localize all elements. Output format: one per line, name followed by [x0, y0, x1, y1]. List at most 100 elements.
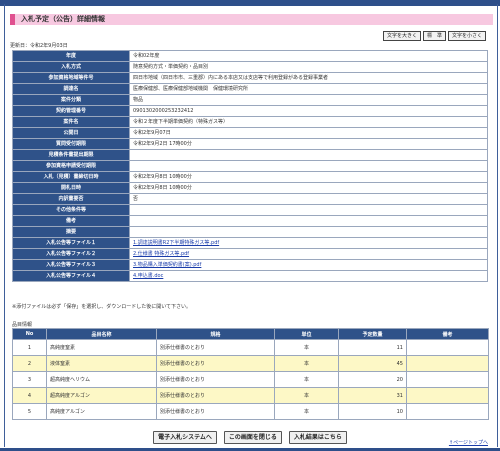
detail-value: 物品: [129, 94, 488, 106]
detail-row: その他条件等: [12, 204, 488, 216]
detail-value: 2.仕様書 特殊ガス等.pdf: [129, 248, 488, 260]
table-row: 1 高純度窒素 別添仕様書のとおり 本 11: [12, 339, 489, 356]
detail-value: 1.調達説明書R2下半期特殊ガス等.pdf: [129, 237, 488, 249]
detail-label: その他条件等: [12, 204, 130, 216]
updated-date: 更新日：令和2年9月03日: [10, 43, 68, 49]
col-remark: 備考: [406, 328, 489, 340]
item-spec: 別添仕様書のとおり: [156, 371, 275, 388]
detail-row: 入札（見積）書締切日時 令和2年9月8日 10時00分: [12, 171, 488, 183]
detail-value: 医療保健部、医療保健部地域機関 保健環境研究所: [129, 83, 488, 95]
detail-value: 3.物品購入単価契約書(案).pdf: [129, 259, 488, 271]
detail-row: 参加資格地域等件号 四日市地域（四日市市、三重郡）内にある本店又は支店等で利用登録…: [12, 72, 488, 84]
detail-label: 入札（見積）書締切日時: [12, 171, 130, 183]
detail-row: 入札公告等ファイル４ 4.申込書.doc: [12, 270, 488, 282]
detail-row: 年度 令和02年度: [12, 50, 488, 62]
item-qty: 20: [338, 371, 407, 388]
detail-value: 令和2年9月07日: [129, 127, 488, 139]
col-unit: 単位: [274, 328, 339, 340]
detail-value: 否: [129, 193, 488, 205]
detail-label: 開札日時: [12, 182, 130, 194]
page-header: 入札予定（公告）詳細情報: [10, 14, 493, 25]
item-unit: 本: [274, 339, 339, 356]
file-link-2[interactable]: 2.仕様書 特殊ガス等.pdf: [133, 251, 189, 257]
item-qty: 45: [338, 355, 407, 372]
item-name: 高純度窒素: [46, 339, 157, 356]
page-top-link[interactable]: ↑ページトップへ: [449, 439, 488, 446]
detail-label: 入札公告等ファイル１: [12, 237, 130, 249]
item-name: 高純度アルゴン: [46, 403, 157, 420]
item-spec: 別添仕様書のとおり: [156, 387, 275, 404]
detail-row: 質問受付期限 令和2年9月2日 17時00分: [12, 138, 488, 150]
item-no: 1: [12, 339, 47, 356]
detail-row: 備考: [12, 215, 488, 227]
item-spec: 別添仕様書のとおり: [156, 355, 275, 372]
detail-label: 参加資格地域等件号: [12, 72, 130, 84]
item-qty: 10: [338, 403, 407, 420]
table-row: 5 高純度アルゴン 別添仕様書のとおり 本 10: [12, 403, 489, 420]
detail-label: 入札方式: [12, 61, 130, 73]
col-no: No: [12, 328, 47, 340]
detail-row: 入札公告等ファイル１ 1.調達説明書R2下半期特殊ガス等.pdf: [12, 237, 488, 249]
items-table: No 品目名称 規格 単位 予定数量 備考 1 高純度窒素 別添仕様書のとおり …: [12, 328, 489, 420]
close-window-button[interactable]: この画面を閉じる: [223, 431, 282, 444]
detail-label: 入札公告等ファイル４: [12, 270, 130, 282]
file-link-1[interactable]: 1.調達説明書R2下半期特殊ガス等.pdf: [133, 240, 219, 246]
detail-row: 案件名 令和２年度下半期単価契約（特殊ガス等）: [12, 116, 488, 128]
detail-label: 契約管理番号: [12, 105, 130, 117]
detail-label: 調達名: [12, 83, 130, 95]
detail-value: 令和2年9月8日 10時00分: [129, 171, 488, 183]
item-name: 液体窒素: [46, 355, 157, 372]
col-qty: 予定数量: [338, 328, 407, 340]
item-no: 4: [12, 387, 47, 404]
detail-row: 入札公告等ファイル２ 2.仕様書 特殊ガス等.pdf: [12, 248, 488, 260]
detail-value: 令和2年9月8日 10時00分: [129, 182, 488, 194]
item-no: 2: [12, 355, 47, 372]
detail-table: 年度 令和02年度 入札方式 随意契約方式・単価契約・品目別 参加資格地域等件号 四日…: [12, 50, 488, 282]
items-section-label: 品目情報: [12, 322, 33, 328]
detail-value: [129, 215, 488, 227]
item-remark: [406, 387, 489, 404]
detail-label: 公開日: [12, 127, 130, 139]
file-link-3[interactable]: 3.物品購入単価契約書(案).pdf: [133, 262, 201, 268]
detail-label: 質問受付期限: [12, 138, 130, 150]
download-note: ※添付ファイルは必ず「保存」を選択し、ダウンロードした後に開いて下さい。: [12, 304, 192, 310]
detail-row: 調達名 医療保健部、医療保健部地域機関 保健環境研究所: [12, 83, 488, 95]
e-bidding-system-button[interactable]: 電子入札システムへ: [153, 431, 217, 444]
font-smaller-button[interactable]: 文字を小さく: [447, 31, 486, 41]
detail-label: 見積条件書提出期限: [12, 149, 130, 161]
table-row: 4 超高純度アルゴン 別添仕様書のとおり 本 31: [12, 387, 489, 404]
detail-value: 0901302000253232412: [129, 105, 488, 117]
font-standard-button[interactable]: 標 準: [422, 31, 446, 41]
detail-row: 内訳書要否否: [12, 193, 488, 205]
item-remark: [406, 355, 489, 372]
item-remark: [406, 371, 489, 388]
detail-value: [129, 204, 488, 216]
detail-row: 摘要: [12, 226, 488, 238]
item-no: 3: [12, 371, 47, 388]
detail-row: 開札日時 令和2年9月8日 10時00分: [12, 182, 488, 194]
item-name: 超高純度アルゴン: [46, 387, 157, 404]
bid-results-button[interactable]: 入札結果はこちら: [288, 431, 347, 444]
detail-row: 見積条件書提出期限: [12, 149, 488, 161]
detail-row: 入札方式 随意契約方式・単価契約・品目別: [12, 61, 488, 73]
detail-value: 令和02年度: [129, 50, 488, 62]
detail-value: [129, 160, 488, 172]
detail-row: 案件分類 物品: [12, 94, 488, 106]
detail-label: 年度: [12, 50, 130, 62]
item-remark: [406, 403, 489, 420]
detail-row: 参加資格申請受付期限: [12, 160, 488, 172]
action-buttons: 電子入札システムへ この画面を閉じる 入札結果はこちら: [0, 431, 500, 444]
detail-label: 備考: [12, 215, 130, 227]
detail-label: 案件分類: [12, 94, 130, 106]
item-unit: 本: [274, 371, 339, 388]
detail-label: 参加資格申請受付期限: [12, 160, 130, 172]
item-unit: 本: [274, 387, 339, 404]
col-name: 品目名称: [46, 328, 157, 340]
detail-value: 令和２年度下半期単価契約（特殊ガス等）: [129, 116, 488, 128]
font-larger-button[interactable]: 文字を大きく: [382, 31, 421, 41]
detail-row: 入札公告等ファイル３ 3.物品購入単価契約書(案).pdf: [12, 259, 488, 271]
file-link-4[interactable]: 4.申込書.doc: [133, 273, 163, 279]
detail-label: 案件名: [12, 116, 130, 128]
page-title: 入札予定（公告）詳細情報: [21, 15, 105, 23]
table-row: 2 液体窒素 別添仕様書のとおり 本 45: [12, 355, 489, 372]
